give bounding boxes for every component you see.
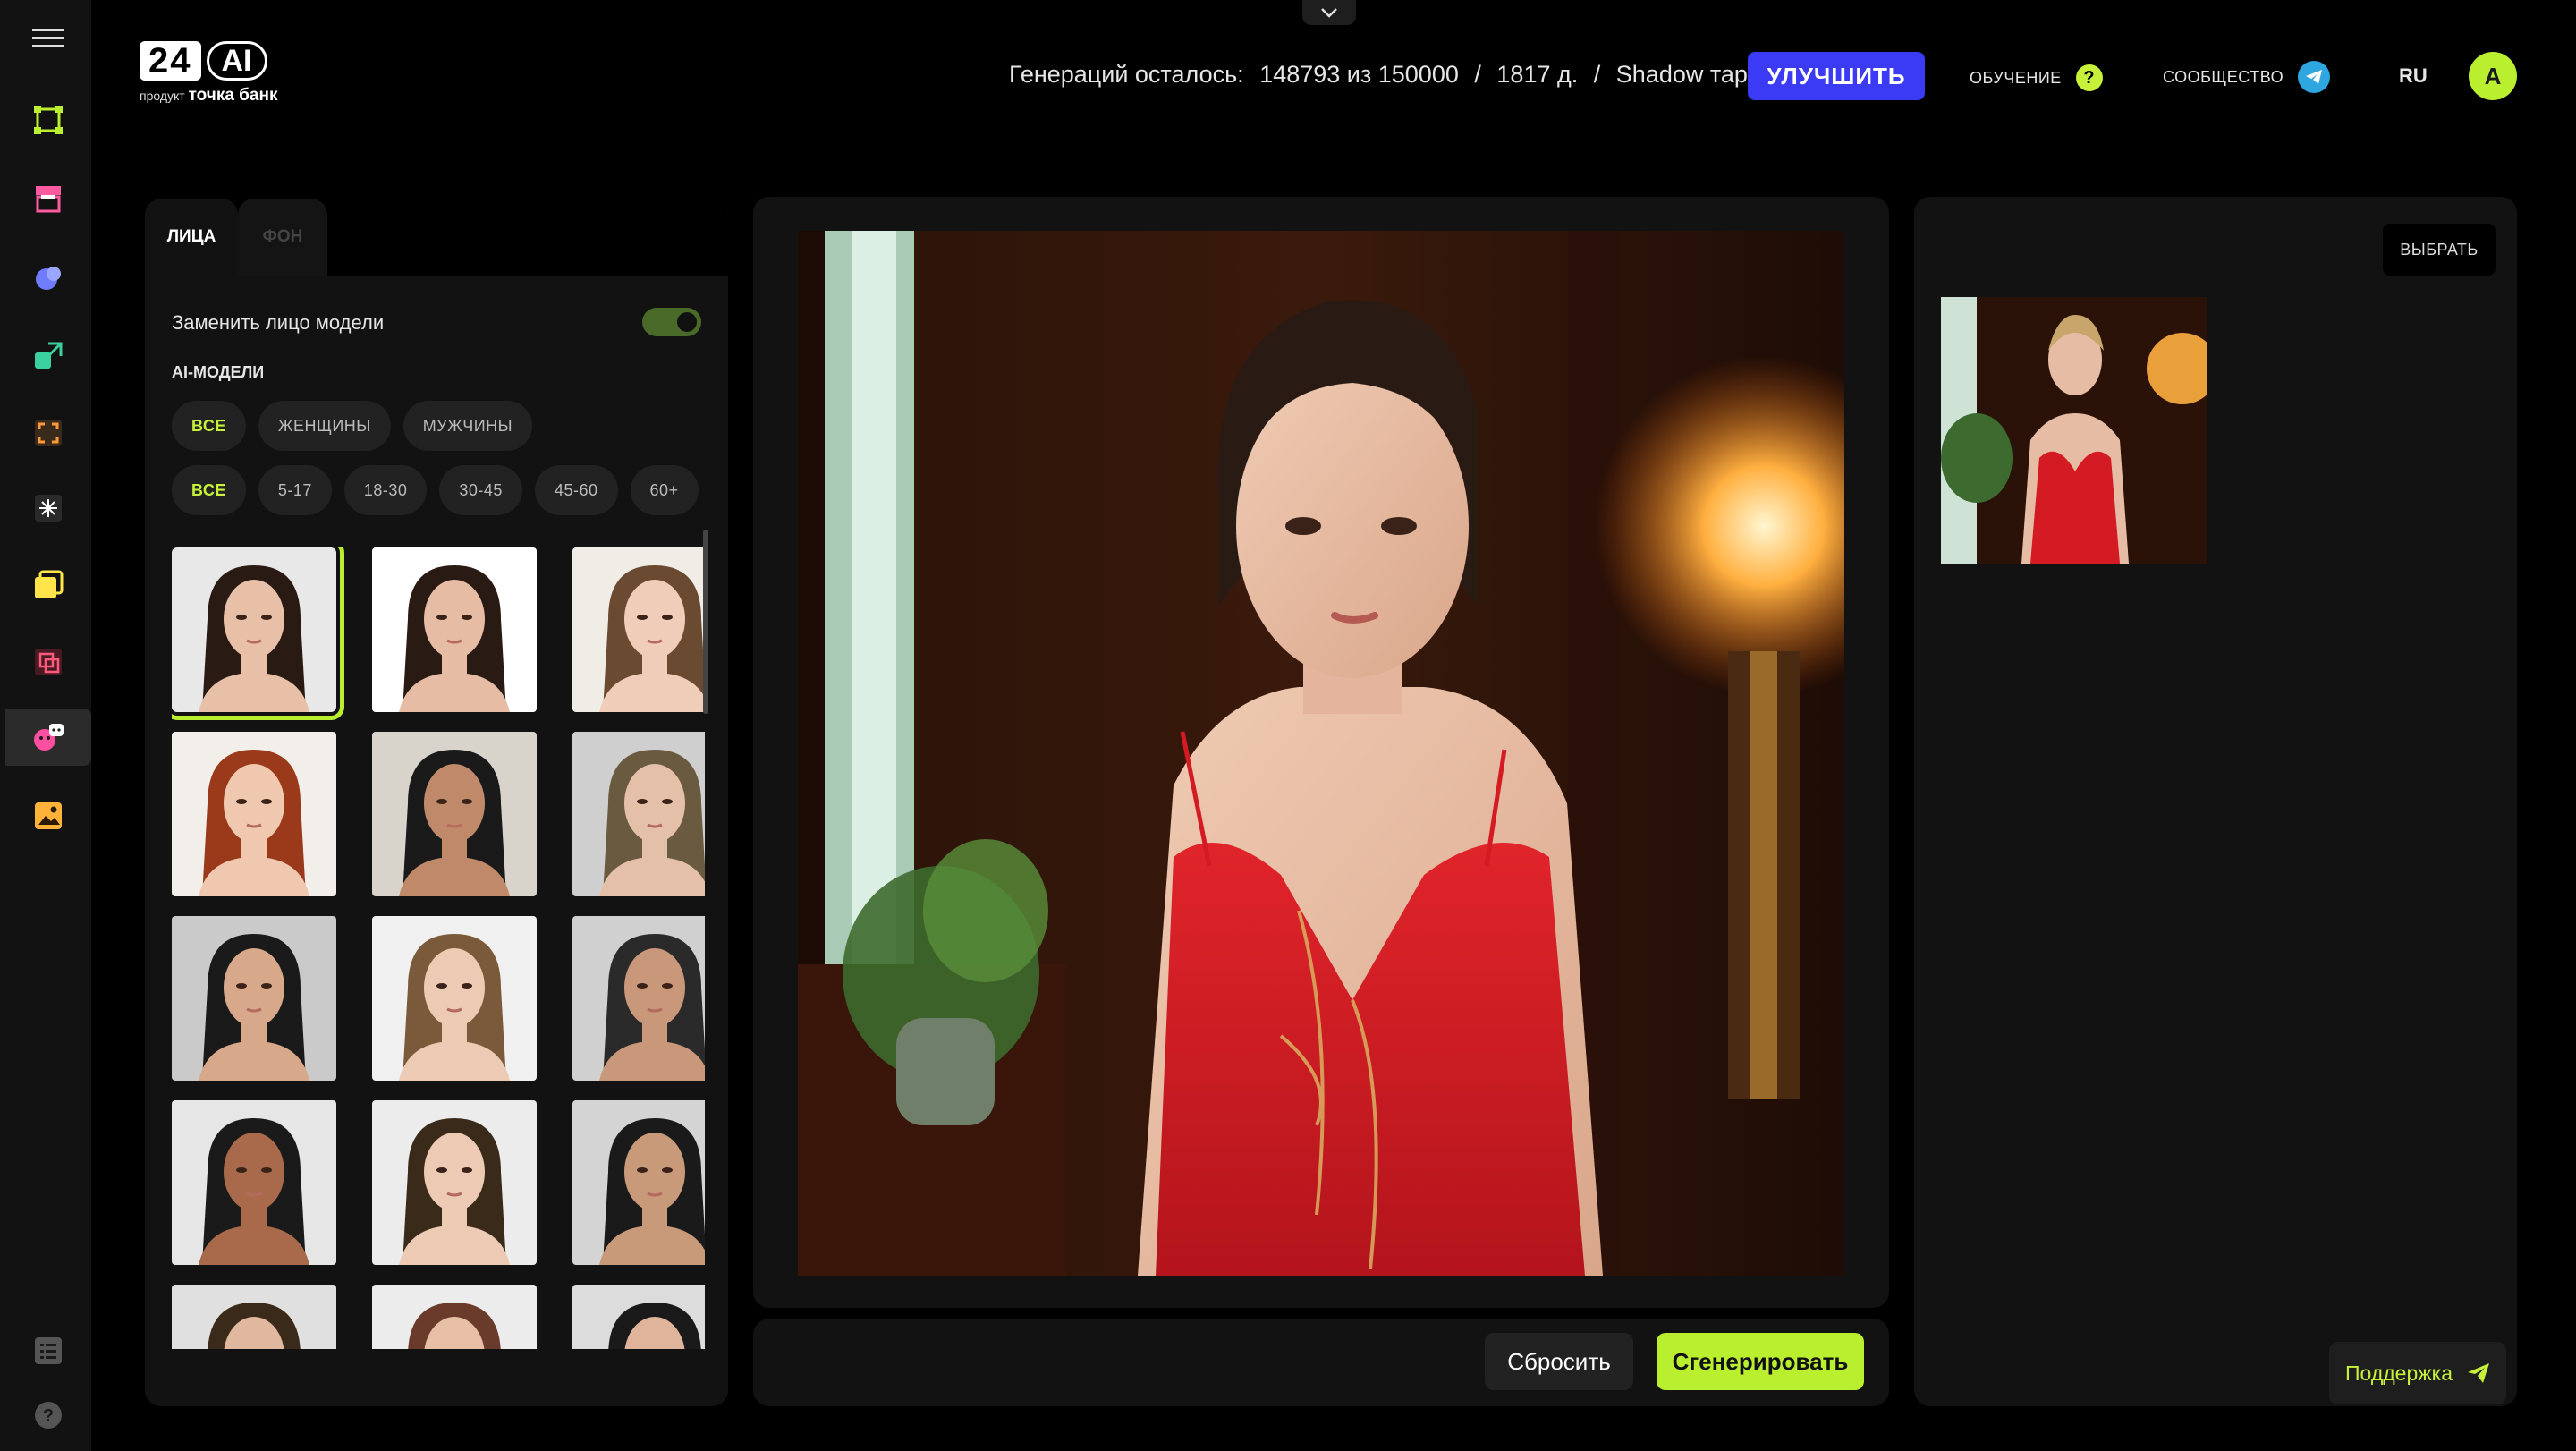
filter-age-45-60[interactable]: 45-60 [534,465,618,515]
filter-gender-women[interactable]: ЖЕНЩИНЫ [258,401,391,451]
community-link[interactable]: СООБЩЕСТВО [2163,61,2331,93]
face-model-thumbnail[interactable] [572,732,705,896]
app-logo[interactable]: 24 AI продукт точка банк [140,41,277,106]
age-filter-row: ВСЕ 5-17 18-30 30-45 45-60 60+ [172,465,699,515]
stats-label: Генераций осталось: [1009,61,1244,88]
generation-stats: Генераций осталось: 148793 из 150000 / 1… [1009,61,1790,89]
reset-button[interactable]: Сбросить [1485,1333,1633,1390]
face-grid-scrollbar[interactable] [703,530,708,714]
support-label: Поддержка [2345,1361,2453,1385]
stats-value: 148793 из 150000 [1259,61,1459,88]
upscale-icon[interactable] [5,327,91,385]
list-icon[interactable] [5,1322,91,1379]
face-model-thumbnail[interactable] [572,1285,705,1349]
replace-icon[interactable] [5,633,91,691]
swap-face-label: Заменить лицо модели [172,311,385,334]
filter-age-all[interactable]: ВСЕ [172,465,246,515]
face-model-thumbnail[interactable] [172,547,344,720]
face-model-thumbnail[interactable] [172,1100,336,1265]
gender-filter-row: ВСЕ ЖЕНЩИНЫ МУЖЧИНЫ [172,401,533,451]
menu-icon[interactable] [5,9,91,66]
face-model-thumbnail[interactable] [372,1100,537,1265]
learning-link[interactable]: ОБУЧЕНИЕ ? [1970,64,2103,91]
tab-background[interactable]: ФОН [238,199,327,276]
select-button[interactable]: ВЫБРАТЬ [2383,224,2496,276]
filter-age-30-45[interactable]: 30-45 [439,465,522,515]
logo-subtitle: продукт точка банк [140,86,277,106]
filter-age-60-plus[interactable]: 60+ [630,465,699,515]
left-rail: ? [0,0,91,1451]
blend-icon[interactable] [5,249,91,306]
face-model-thumbnail[interactable] [372,732,537,896]
magic-icon[interactable] [5,479,91,537]
tab-background-label: ФОН [262,227,303,246]
logo-number: 24 [140,41,201,81]
learning-label: ОБУЧЕНИЕ [1970,68,2062,87]
expand-icon[interactable] [5,404,91,462]
face-model-thumbnail[interactable] [172,1285,336,1349]
telegram-icon [2298,61,2331,93]
avatar[interactable]: A [2469,52,2517,100]
face-model-thumbnail[interactable] [572,916,705,1081]
face-model-thumbnail[interactable] [572,1100,705,1265]
stats-days: 1817 д. [1496,61,1579,88]
result-thumbnail[interactable] [1941,297,2207,564]
support-button[interactable]: Поддержка [2329,1342,2506,1404]
svg-text:?: ? [43,1406,54,1426]
generate-button[interactable]: Сгенерировать [1657,1333,1864,1390]
generated-portrait-image [798,231,1844,1276]
ai-models-heading: AI-МОДЕЛИ [172,363,265,381]
collapse-header-chevron-icon[interactable] [1302,0,1356,25]
tab-faces-label: ЛИЦА [166,227,216,246]
image-icon[interactable] [5,787,91,844]
language-selector[interactable]: RU [2399,64,2428,88]
logo-brand: точка банк [188,86,278,105]
community-label: СООБЩЕСТВО [2163,67,2284,86]
question-icon: ? [2075,64,2103,91]
filter-age-5-17[interactable]: 5-17 [258,465,332,515]
face-model-thumbnail[interactable] [372,1285,537,1349]
face-model-thumbnail[interactable] [172,916,336,1081]
logo-prefix: продукт [140,89,185,103]
send-icon [2468,1363,2489,1383]
filter-gender-all[interactable]: ВСЕ [172,401,246,451]
toggle-knob [677,312,697,332]
swap-face-toggle[interactable] [642,308,701,336]
face-model-grid [172,547,705,1349]
face-model-thumbnail[interactable] [372,916,537,1081]
layers-icon[interactable] [5,556,91,614]
face-model-thumbnail[interactable] [572,547,705,712]
tab-faces[interactable]: ЛИЦА [145,199,238,276]
crop-tool-icon[interactable] [5,91,91,148]
help-icon[interactable]: ? [5,1387,91,1444]
logo-ai-badge: AI [206,41,267,81]
stats-separator: / [1593,61,1601,88]
store-icon[interactable] [5,170,91,227]
face-swap-icon[interactable] [5,709,91,766]
faces-panel: ФОН ЛИЦА Заменить лицо модели AI-МОДЕЛИ … [145,199,728,1406]
stats-separator: / [1474,61,1481,88]
upgrade-button[interactable]: УЛУЧШИТЬ [1748,52,1925,100]
filter-age-18-30[interactable]: 18-30 [343,465,428,515]
filter-gender-men[interactable]: МУЖЧИНЫ [402,401,533,451]
face-model-thumbnail[interactable] [172,732,336,896]
face-model-thumbnail[interactable] [372,547,537,712]
